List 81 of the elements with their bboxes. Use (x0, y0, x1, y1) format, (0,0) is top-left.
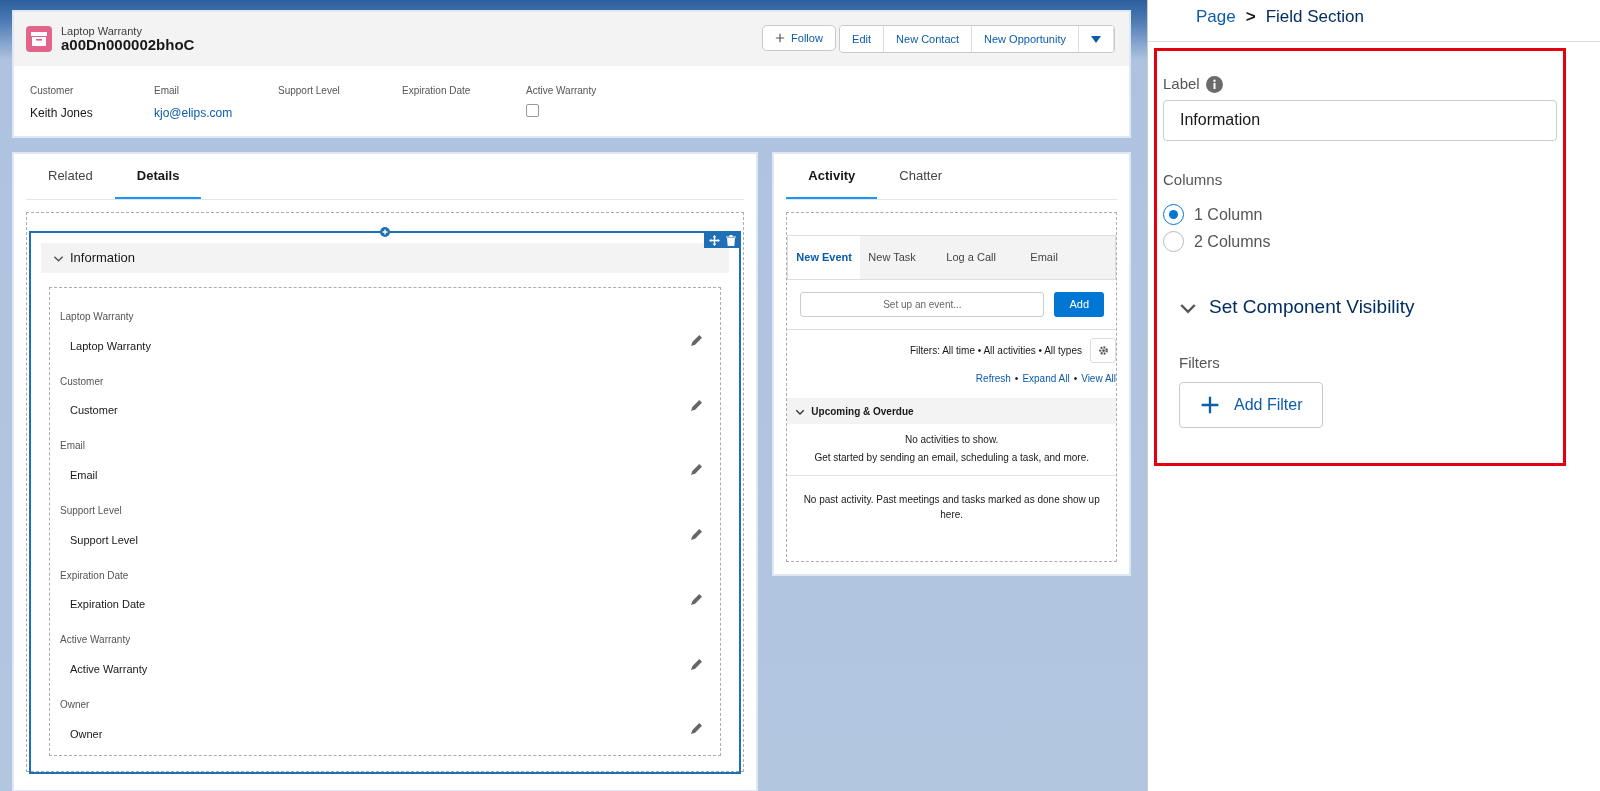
tab[interactable]: Log a Call (932, 236, 1005, 279)
add-filter-button[interactable]: Add Filter (1179, 382, 1324, 428)
field-value: Active Warranty (70, 661, 148, 677)
field-label: Expiration Date (402, 84, 472, 98)
empty-message: Get started by sending an email, scheduling a task, and more. (813, 451, 1090, 465)
field-label: Customer (60, 374, 104, 389)
tab[interactable]: Chatter (877, 154, 964, 199)
tab[interactable]: Email (1004, 236, 1077, 279)
field-label: Expiration Date (60, 568, 129, 583)
info-icon[interactable] (1206, 75, 1224, 93)
visibility-section-header[interactable]: Set Component Visibility (1179, 293, 1557, 322)
edit-icon[interactable] (691, 335, 703, 347)
section-title: Information (70, 249, 136, 268)
field-label: Active Warranty (60, 633, 131, 648)
field-label: Owner (60, 698, 90, 713)
tab[interactable]: Details (114, 154, 202, 199)
delete-icon[interactable] (726, 235, 737, 246)
field-label: Laptop Warranty (60, 310, 134, 324)
edit-icon[interactable] (691, 658, 703, 670)
field-label: Active Warranty (526, 84, 598, 98)
tab[interactable]: Related (26, 154, 115, 199)
field-value: Email (70, 467, 98, 483)
upcoming-section-header[interactable]: Upcoming & Overdue (787, 398, 1116, 424)
follow-button[interactable]: Follow (762, 25, 836, 51)
empty-message: No activities to show. (904, 433, 1000, 447)
separator: • (1014, 372, 1019, 386)
field-value: Expiration Date (70, 597, 146, 613)
field-label: Email (60, 439, 85, 454)
label-input[interactable]: Information (1163, 99, 1557, 141)
add-icon[interactable] (380, 227, 391, 237)
settings-icon (1097, 345, 1109, 356)
action-button[interactable]: New Contact (884, 26, 973, 52)
section-title: Set Component Visibility (1209, 295, 1415, 319)
plus-icon (1200, 395, 1220, 415)
dropdown-button[interactable] (1079, 26, 1114, 52)
field-label: Filters (1179, 352, 1220, 373)
move-icon[interactable] (709, 235, 721, 246)
link[interactable]: Expand All (1022, 371, 1070, 386)
edit-icon[interactable] (691, 529, 703, 541)
field-value: Keith Jones (30, 105, 93, 122)
field-value: Owner (70, 726, 103, 742)
breadcrumb-separator: > (1245, 6, 1256, 28)
tab[interactable]: New Task (860, 236, 933, 279)
option-label: 1 Column (1194, 204, 1263, 225)
edit-icon[interactable] (691, 593, 703, 605)
empty-message: No past activity. Past meetings and tasks marked as done show up here. (802, 493, 1101, 522)
edit-icon[interactable] (691, 464, 703, 476)
field-label: Columns (1163, 169, 1223, 190)
action-button[interactable]: New Opportunity (972, 26, 1079, 52)
field-label: Email (154, 84, 180, 98)
edit-icon[interactable] (691, 399, 703, 411)
plus-icon (775, 33, 786, 43)
field-value: Support Level (70, 532, 138, 548)
breadcrumb-current: Field Section (1265, 6, 1364, 28)
archive-icon (26, 26, 52, 52)
action-button[interactable]: Edit (840, 26, 885, 52)
edit-icon[interactable] (691, 723, 703, 735)
filters-text: Filters: All time • All activities • All types (909, 344, 1082, 358)
link[interactable]: Refresh (975, 371, 1011, 386)
field-label: Support Level (60, 504, 122, 519)
event-input[interactable]: Set up an event... (800, 292, 1045, 317)
link[interactable]: View All (1081, 371, 1116, 386)
section-header[interactable]: Information (41, 243, 730, 273)
breadcrumb-link[interactable]: Page (1196, 4, 1236, 41)
tab[interactable]: New Event (788, 236, 861, 279)
field-label: Label (1163, 74, 1200, 94)
add-button[interactable]: Add (1054, 292, 1104, 317)
field-value: Laptop Warranty (70, 338, 151, 354)
object-type: Laptop Warranty (61, 24, 143, 37)
field-label: Support Level (278, 84, 341, 98)
field-value: Customer (70, 403, 118, 419)
field-label: Customer (30, 84, 75, 98)
separator: • (1073, 372, 1078, 386)
settings-button[interactable] (1090, 338, 1116, 363)
record-name: a00Dn000002bhoC (61, 36, 195, 54)
caret-icon (1091, 35, 1101, 43)
section-title: Upcoming & Overdue (811, 404, 914, 419)
tab[interactable]: Activity (786, 154, 878, 199)
email-link[interactable]: kjo@elips.com (154, 104, 233, 122)
checkbox[interactable] (526, 104, 539, 117)
option-label: 2 Columns (1194, 231, 1271, 252)
